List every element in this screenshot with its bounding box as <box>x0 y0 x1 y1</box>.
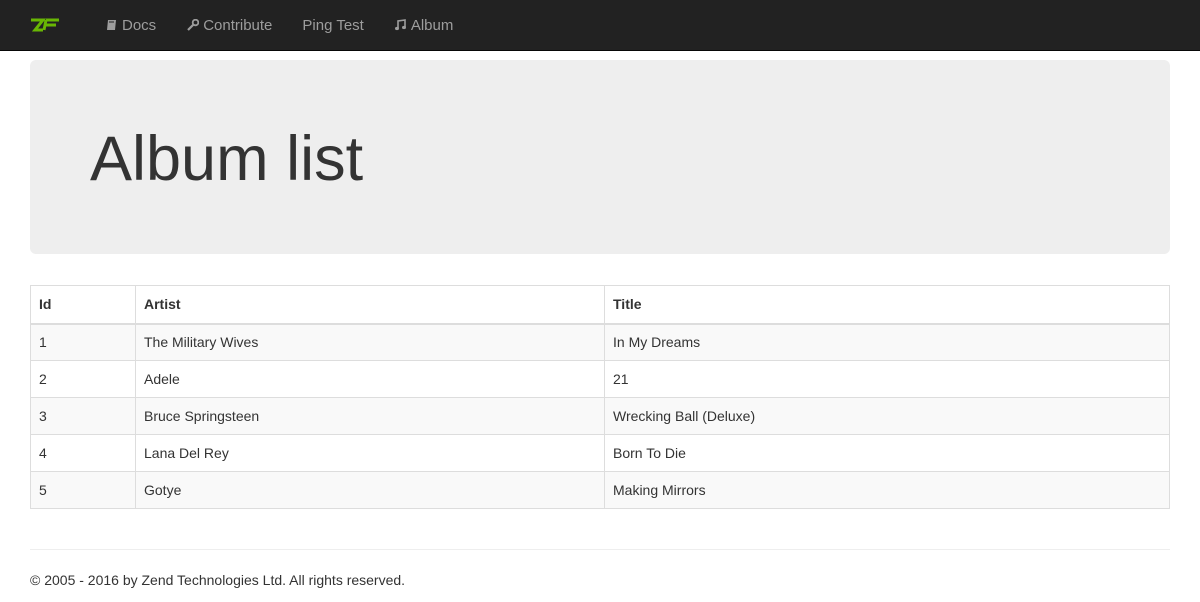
nav-contribute-label: Contribute <box>203 16 273 34</box>
copyright-text: © 2005 - 2016 by Zend Technologies Ltd. … <box>30 572 406 588</box>
footer-divider <box>30 549 1170 550</box>
cell-title: Born To Die <box>604 434 1170 472</box>
cell-title: Making Mirrors <box>604 471 1170 509</box>
wrench-icon <box>186 18 199 32</box>
table-row: 5 Gotye Making Mirrors <box>30 471 1170 509</box>
nav-docs-label: Docs <box>122 16 157 34</box>
table-row: 2 Adele 21 <box>30 360 1170 398</box>
jumbotron: Album list <box>30 60 1170 254</box>
header-id: Id <box>30 285 136 325</box>
cell-id: 2 <box>30 360 136 398</box>
nav-contribute[interactable]: Contribute <box>171 0 287 50</box>
table-row: 4 Lana Del Rey Born To Die <box>30 434 1170 472</box>
page-title: Album list <box>90 123 364 194</box>
cell-artist: The Military Wives <box>135 323 605 361</box>
music-icon <box>394 18 407 32</box>
cell-title: In My Dreams <box>604 323 1170 361</box>
nav-ping-test[interactable]: Ping Test <box>287 0 378 50</box>
book-icon <box>105 18 118 32</box>
table-header-row: Id Artist Title <box>30 285 1170 325</box>
nav-docs[interactable]: Docs <box>90 0 171 50</box>
cell-artist: Bruce Springsteen <box>135 397 605 435</box>
top-navbar: Docs Contribute Ping Test Album <box>0 0 1200 51</box>
cell-id: 1 <box>30 323 136 361</box>
table-row: 1 The Military Wives In My Dreams <box>30 323 1170 361</box>
main-container: Album list Id Artist Title 1 The Militar… <box>0 60 1200 588</box>
cell-id: 4 <box>30 434 136 472</box>
table-row: 3 Bruce Springsteen Wrecking Ball (Delux… <box>30 397 1170 435</box>
cell-title: Wrecking Ball (Deluxe) <box>604 397 1170 435</box>
header-title: Title <box>604 285 1170 325</box>
cell-artist: Lana Del Rey <box>135 434 605 472</box>
zf-logo-icon[interactable] <box>30 0 90 50</box>
nav-ping-test-label: Ping Test <box>302 16 364 34</box>
cell-artist: Gotye <box>135 471 605 509</box>
cell-id: 3 <box>30 397 136 435</box>
album-table: Id Artist Title 1 The Military Wives In … <box>30 285 1170 509</box>
nav-album[interactable]: Album <box>379 0 469 50</box>
cell-artist: Adele <box>135 360 605 398</box>
cell-id: 5 <box>30 471 136 509</box>
footer: © 2005 - 2016 by Zend Technologies Ltd. … <box>30 572 1170 588</box>
header-artist: Artist <box>135 285 605 325</box>
cell-title: 21 <box>604 360 1170 398</box>
nav-album-label: Album <box>410 16 454 34</box>
